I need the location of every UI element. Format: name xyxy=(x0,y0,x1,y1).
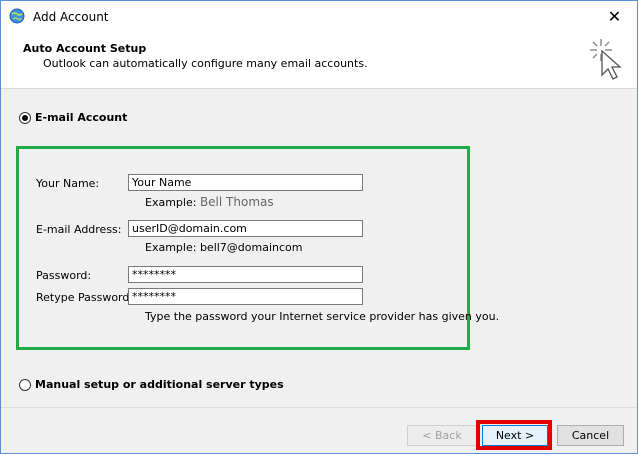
email-address-input[interactable]: userID@domain.com xyxy=(128,220,363,237)
outlook-globe-icon xyxy=(9,8,25,24)
password-input[interactable]: ******** xyxy=(128,266,363,283)
close-button[interactable]: ✕ xyxy=(592,1,637,32)
add-account-window: Add Account ✕ Auto Account Setup Outlook… xyxy=(0,0,638,454)
retype-password-input[interactable]: ******** xyxy=(128,288,363,305)
email-address-label: E-mail Address: xyxy=(36,223,122,236)
manual-setup-radio[interactable] xyxy=(19,379,31,391)
close-icon: ✕ xyxy=(607,7,622,26)
title-bar: Add Account ✕ xyxy=(1,1,637,32)
next-button-highlight xyxy=(476,420,552,450)
example-value: Bell Thomas xyxy=(199,195,274,209)
your-name-label: Your Name: xyxy=(36,177,100,190)
page-title: Auto Account Setup xyxy=(23,42,147,55)
retype-password-label: Retype Password: xyxy=(36,291,134,304)
wizard-body: E-mail Account Your Name: Your Name Exam… xyxy=(1,89,637,407)
password-label: Password: xyxy=(36,269,92,282)
example-value: bell7@domaincom xyxy=(199,241,303,254)
window-title: Add Account xyxy=(33,10,109,24)
page-subtitle: Outlook can automatically configure many… xyxy=(43,57,368,70)
password-hint: Type the password your Internet service … xyxy=(145,310,500,323)
example-prefix: Example: xyxy=(145,241,197,254)
back-button[interactable]: < Back xyxy=(407,425,477,446)
email-account-radio[interactable] xyxy=(19,112,31,124)
email-account-label: E-mail Account xyxy=(35,111,128,124)
email-example: Example: bell7@domaincom xyxy=(145,241,303,254)
wizard-header: Auto Account Setup Outlook can automatic… xyxy=(1,32,637,89)
manual-setup-label: Manual setup or additional server types xyxy=(35,378,284,391)
cancel-button[interactable]: Cancel xyxy=(557,425,624,446)
your-name-example: Example: Bell Thomas xyxy=(145,195,274,209)
your-name-input[interactable]: Your Name xyxy=(128,174,363,191)
wizard-cursor-icon xyxy=(590,39,622,80)
example-prefix: Example: xyxy=(145,196,197,209)
